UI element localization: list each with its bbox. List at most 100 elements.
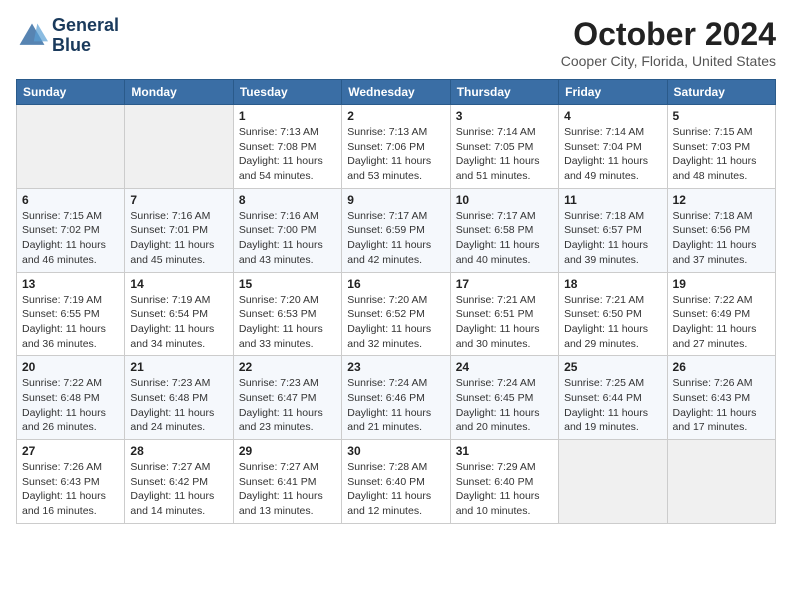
day-info: Sunrise: 7:21 AM Sunset: 6:51 PM Dayligh… xyxy=(456,293,553,352)
day-info: Sunrise: 7:16 AM Sunset: 7:01 PM Dayligh… xyxy=(130,209,227,268)
calendar-day-cell xyxy=(17,105,125,189)
calendar-day-cell xyxy=(125,105,233,189)
calendar-week-row: 27 Sunrise: 7:26 AM Sunset: 6:43 PM Dayli… xyxy=(17,440,776,524)
calendar-day-cell: 13 Sunrise: 7:19 AM Sunset: 6:55 PM Dayli… xyxy=(17,272,125,356)
day-number: 21 xyxy=(130,360,227,374)
day-info: Sunrise: 7:27 AM Sunset: 6:42 PM Dayligh… xyxy=(130,460,227,519)
calendar-week-row: 6 Sunrise: 7:15 AM Sunset: 7:02 PM Daylig… xyxy=(17,188,776,272)
day-info: Sunrise: 7:14 AM Sunset: 7:05 PM Dayligh… xyxy=(456,125,553,184)
day-info: Sunrise: 7:25 AM Sunset: 6:44 PM Dayligh… xyxy=(564,376,661,435)
weekday-header-cell: Friday xyxy=(559,80,667,105)
title-block: October 2024 Cooper City, Florida, Unite… xyxy=(561,16,776,69)
calendar-day-cell: 14Sunrise: 7:19 AM Sunset: 6:54 PM Dayli… xyxy=(125,272,233,356)
day-number: 9 xyxy=(347,193,444,207)
calendar-day-cell: 26 Sunrise: 7:26 AM Sunset: 6:43 PM Dayli… xyxy=(667,356,775,440)
day-info: Sunrise: 7:13 AM Sunset: 7:06 PM Dayligh… xyxy=(347,125,444,184)
logo-text: General Blue xyxy=(52,16,119,56)
weekday-header-cell: Saturday xyxy=(667,80,775,105)
day-info: Sunrise: 7:18 AM Sunset: 6:57 PM Dayligh… xyxy=(564,209,661,268)
day-info: Sunrise: 7:23 AM Sunset: 6:47 PM Dayligh… xyxy=(239,376,336,435)
day-number: 8 xyxy=(239,193,336,207)
logo-icon xyxy=(16,20,48,52)
calendar-day-cell: 11 Sunrise: 7:18 AM Sunset: 6:57 PM Dayli… xyxy=(559,188,667,272)
day-info: Sunrise: 7:27 AM Sunset: 6:41 PM Dayligh… xyxy=(239,460,336,519)
weekday-header-cell: Sunday xyxy=(17,80,125,105)
day-info: Sunrise: 7:16 AM Sunset: 7:00 PM Dayligh… xyxy=(239,209,336,268)
calendar-day-cell: 16 Sunrise: 7:20 AM Sunset: 6:52 PM Dayli… xyxy=(342,272,450,356)
day-number: 6 xyxy=(22,193,119,207)
day-info: Sunrise: 7:22 AM Sunset: 6:48 PM Dayligh… xyxy=(22,376,119,435)
calendar-day-cell: 19 Sunrise: 7:22 AM Sunset: 6:49 PM Dayli… xyxy=(667,272,775,356)
calendar-day-cell: 28Sunrise: 7:27 AM Sunset: 6:42 PM Dayli… xyxy=(125,440,233,524)
day-number: 17 xyxy=(456,277,553,291)
day-number: 24 xyxy=(456,360,553,374)
calendar-day-cell: 1 Sunrise: 7:13 AM Sunset: 7:08 PM Daylig… xyxy=(233,105,341,189)
day-info: Sunrise: 7:21 AM Sunset: 6:50 PM Dayligh… xyxy=(564,293,661,352)
calendar-day-cell: 21 Sunrise: 7:23 AM Sunset: 6:48 PM Dayli… xyxy=(125,356,233,440)
day-number: 23 xyxy=(347,360,444,374)
day-info: Sunrise: 7:17 AM Sunset: 6:58 PM Dayligh… xyxy=(456,209,553,268)
page-header: General Blue October 2024 Cooper City, F… xyxy=(16,16,776,69)
day-number: 4 xyxy=(564,109,661,123)
day-number: 11 xyxy=(564,193,661,207)
day-number: 7 xyxy=(130,193,227,207)
day-info: Sunrise: 7:28 AM Sunset: 6:40 PM Dayligh… xyxy=(347,460,444,519)
weekday-header-cell: Monday xyxy=(125,80,233,105)
calendar-day-cell: 27 Sunrise: 7:26 AM Sunset: 6:43 PM Dayli… xyxy=(17,440,125,524)
calendar-day-cell xyxy=(559,440,667,524)
day-info: Sunrise: 7:15 AM Sunset: 7:02 PM Dayligh… xyxy=(22,209,119,268)
day-info: Sunrise: 7:22 AM Sunset: 6:49 PM Dayligh… xyxy=(673,293,770,352)
day-info: Sunrise: 7:26 AM Sunset: 6:43 PM Dayligh… xyxy=(673,376,770,435)
calendar-day-cell: 4 Sunrise: 7:14 AM Sunset: 7:04 PM Daylig… xyxy=(559,105,667,189)
calendar-day-cell: 6 Sunrise: 7:15 AM Sunset: 7:02 PM Daylig… xyxy=(17,188,125,272)
day-number: 2 xyxy=(347,109,444,123)
calendar-day-cell: 10 Sunrise: 7:17 AM Sunset: 6:58 PM Dayli… xyxy=(450,188,558,272)
calendar-week-row: 20Sunrise: 7:22 AM Sunset: 6:48 PM Dayli… xyxy=(17,356,776,440)
day-number: 16 xyxy=(347,277,444,291)
day-number: 30 xyxy=(347,444,444,458)
calendar-day-cell: 30 Sunrise: 7:28 AM Sunset: 6:40 PM Dayli… xyxy=(342,440,450,524)
calendar-body: 1 Sunrise: 7:13 AM Sunset: 7:08 PM Daylig… xyxy=(17,105,776,524)
calendar-day-cell: 5Sunrise: 7:15 AM Sunset: 7:03 PM Daylig… xyxy=(667,105,775,189)
calendar-day-cell: 7 Sunrise: 7:16 AM Sunset: 7:01 PM Daylig… xyxy=(125,188,233,272)
day-info: Sunrise: 7:24 AM Sunset: 6:46 PM Dayligh… xyxy=(347,376,444,435)
calendar-day-cell: 17 Sunrise: 7:21 AM Sunset: 6:51 PM Dayli… xyxy=(450,272,558,356)
day-number: 10 xyxy=(456,193,553,207)
calendar-day-cell: 25 Sunrise: 7:25 AM Sunset: 6:44 PM Dayli… xyxy=(559,356,667,440)
calendar-day-cell: 15Sunrise: 7:20 AM Sunset: 6:53 PM Dayli… xyxy=(233,272,341,356)
weekday-header-cell: Tuesday xyxy=(233,80,341,105)
day-number: 1 xyxy=(239,109,336,123)
location-text: Cooper City, Florida, United States xyxy=(561,53,776,69)
calendar-day-cell: 18Sunrise: 7:21 AM Sunset: 6:50 PM Dayli… xyxy=(559,272,667,356)
day-info: Sunrise: 7:23 AM Sunset: 6:48 PM Dayligh… xyxy=(130,376,227,435)
day-info: Sunrise: 7:19 AM Sunset: 6:54 PM Dayligh… xyxy=(130,293,227,352)
day-number: 22 xyxy=(239,360,336,374)
calendar-day-cell: 22 Sunrise: 7:23 AM Sunset: 6:47 PM Dayli… xyxy=(233,356,341,440)
day-info: Sunrise: 7:19 AM Sunset: 6:55 PM Dayligh… xyxy=(22,293,119,352)
calendar-day-cell: 20Sunrise: 7:22 AM Sunset: 6:48 PM Dayli… xyxy=(17,356,125,440)
day-number: 5 xyxy=(673,109,770,123)
day-number: 13 xyxy=(22,277,119,291)
weekday-header-cell: Wednesday xyxy=(342,80,450,105)
month-title: October 2024 xyxy=(561,16,776,53)
day-info: Sunrise: 7:14 AM Sunset: 7:04 PM Dayligh… xyxy=(564,125,661,184)
day-number: 3 xyxy=(456,109,553,123)
day-number: 26 xyxy=(673,360,770,374)
weekday-header-row: SundayMondayTuesdayWednesdayThursdayFrid… xyxy=(17,80,776,105)
calendar-day-cell: 8 Sunrise: 7:16 AM Sunset: 7:00 PM Daylig… xyxy=(233,188,341,272)
day-number: 19 xyxy=(673,277,770,291)
day-info: Sunrise: 7:20 AM Sunset: 6:52 PM Dayligh… xyxy=(347,293,444,352)
calendar-week-row: 1 Sunrise: 7:13 AM Sunset: 7:08 PM Daylig… xyxy=(17,105,776,189)
calendar-day-cell: 29Sunrise: 7:27 AM Sunset: 6:41 PM Dayli… xyxy=(233,440,341,524)
calendar-day-cell: 3 Sunrise: 7:14 AM Sunset: 7:05 PM Daylig… xyxy=(450,105,558,189)
day-info: Sunrise: 7:13 AM Sunset: 7:08 PM Dayligh… xyxy=(239,125,336,184)
logo: General Blue xyxy=(16,16,119,56)
day-number: 27 xyxy=(22,444,119,458)
day-info: Sunrise: 7:29 AM Sunset: 6:40 PM Dayligh… xyxy=(456,460,553,519)
day-number: 31 xyxy=(456,444,553,458)
day-info: Sunrise: 7:20 AM Sunset: 6:53 PM Dayligh… xyxy=(239,293,336,352)
calendar-day-cell: 2 Sunrise: 7:13 AM Sunset: 7:06 PM Daylig… xyxy=(342,105,450,189)
day-info: Sunrise: 7:26 AM Sunset: 6:43 PM Dayligh… xyxy=(22,460,119,519)
calendar-day-cell: 24Sunrise: 7:24 AM Sunset: 6:45 PM Dayli… xyxy=(450,356,558,440)
day-number: 25 xyxy=(564,360,661,374)
